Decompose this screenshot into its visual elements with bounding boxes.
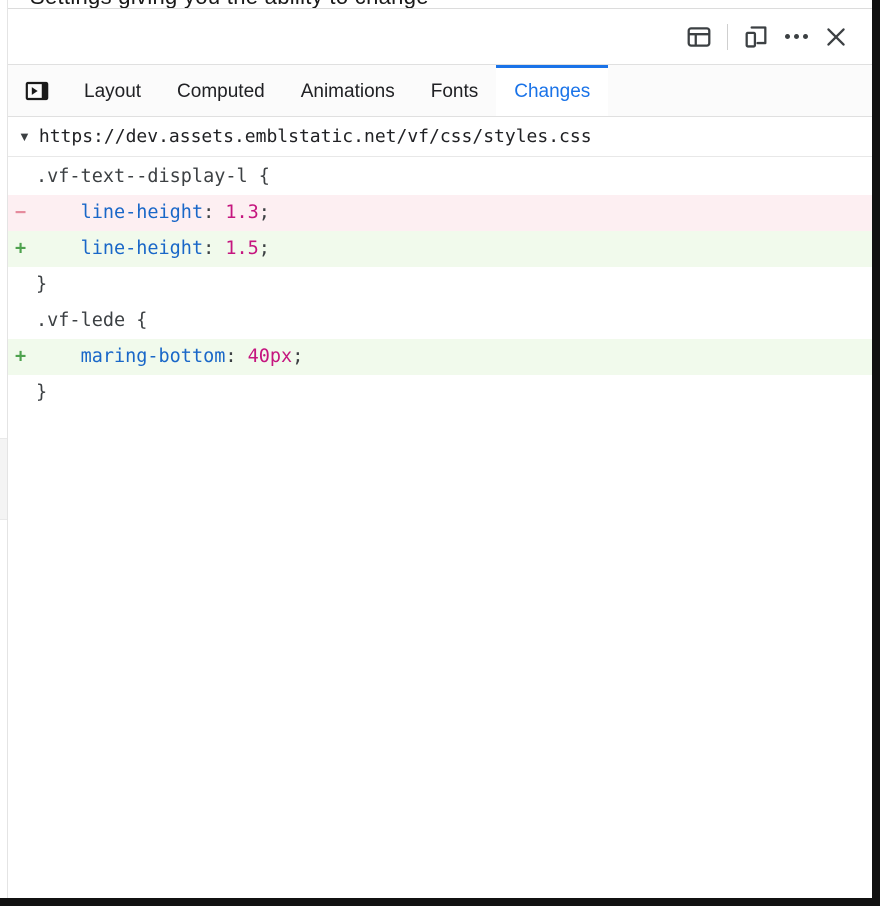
diff-code: } (36, 267, 872, 303)
diff-line: .vf-lede { (8, 303, 872, 339)
diff-line: } (8, 267, 872, 303)
css-value: 1.3 (225, 202, 259, 223)
css-property: maring-bottom (80, 346, 226, 367)
css-property: line-height (80, 238, 204, 259)
device-toolbar-button[interactable] (736, 17, 776, 57)
diff-marker: − (15, 202, 27, 223)
page-scrollbar-thumb[interactable] (0, 438, 7, 520)
file-path-label: https://dev.assets.emblstatic.net/vf/css… (38, 126, 592, 147)
dock-side-button[interactable] (679, 17, 719, 57)
chevron-down-icon[interactable]: ▼ (18, 130, 31, 143)
diff-code: .vf-text--display-l { (36, 159, 872, 195)
diff-line: } (8, 375, 872, 411)
css-brace: } (36, 274, 48, 295)
tab-layout[interactable]: Layout (66, 65, 159, 116)
drawer-toggle-button[interactable] (8, 65, 66, 116)
tab-changes[interactable]: Changes (496, 65, 609, 116)
tab-label: Changes (514, 81, 591, 102)
diff-code: } (36, 375, 872, 411)
css-semicolon: ; (258, 202, 270, 223)
css-brace: } (36, 382, 48, 403)
devtools-tab-bar: Layout Computed Animations Fonts Changes (8, 65, 872, 117)
css-semicolon: ; (292, 346, 304, 367)
css-selector: .vf-text--display-l { (36, 166, 270, 187)
css-value: 1.5 (225, 238, 259, 259)
tab-animations[interactable]: Animations (283, 65, 413, 116)
diff-code: line-height: 1.5; (36, 231, 872, 267)
tab-computed[interactable]: Computed (159, 65, 283, 116)
tab-label: Fonts (430, 81, 479, 102)
browser-window-frame: Settings giving you the ability to chang… (0, 0, 880, 906)
changes-diff-view: .vf-text--display-l { − line-height: 1.3… (8, 157, 872, 898)
page-content-sliver (0, 0, 8, 898)
changed-file-header[interactable]: ▼ https://dev.assets.emblstatic.net/vf/c… (8, 117, 872, 157)
css-colon: : (203, 238, 226, 259)
tab-label: Layout (84, 81, 142, 102)
close-devtools-button[interactable] (816, 17, 856, 57)
diff-line: − line-height: 1.3; (8, 195, 872, 231)
css-colon: : (225, 346, 248, 367)
diff-code: line-height: 1.3; (36, 195, 872, 231)
device-toolbar-icon (745, 25, 767, 48)
show-drawer-icon (25, 81, 49, 100)
css-property: line-height (80, 202, 204, 223)
diff-line: + line-height: 1.5; (8, 231, 872, 267)
diff-code: .vf-lede { (36, 303, 872, 339)
diff-line: .vf-text--display-l { (8, 159, 872, 195)
tab-label: Animations (300, 81, 395, 102)
diff-marker: + (15, 238, 27, 259)
close-icon (827, 27, 845, 46)
tab-label: Computed (177, 81, 265, 102)
tab-fonts[interactable]: Fonts (413, 65, 497, 116)
css-semicolon: ; (258, 238, 270, 259)
css-value: 40px (247, 346, 293, 367)
devtools-toolbar (8, 9, 872, 65)
dock-side-icon (687, 26, 711, 47)
css-colon: : (203, 202, 226, 223)
toolbar-separator (727, 23, 728, 50)
more-options-icon (784, 34, 808, 39)
devtools-panel: Layout Computed Animations Fonts Changes… (8, 8, 872, 898)
diff-line: + maring-bottom: 40px; (8, 339, 872, 375)
page-clipped-text: Settings giving you the ability to chang… (30, 0, 429, 8)
more-options-button[interactable] (776, 17, 816, 57)
page-clipped-text-strip: Settings giving you the ability to chang… (8, 0, 872, 8)
css-selector: .vf-lede { (36, 310, 148, 331)
diff-marker: + (15, 346, 27, 367)
diff-code: maring-bottom: 40px; (36, 339, 872, 375)
